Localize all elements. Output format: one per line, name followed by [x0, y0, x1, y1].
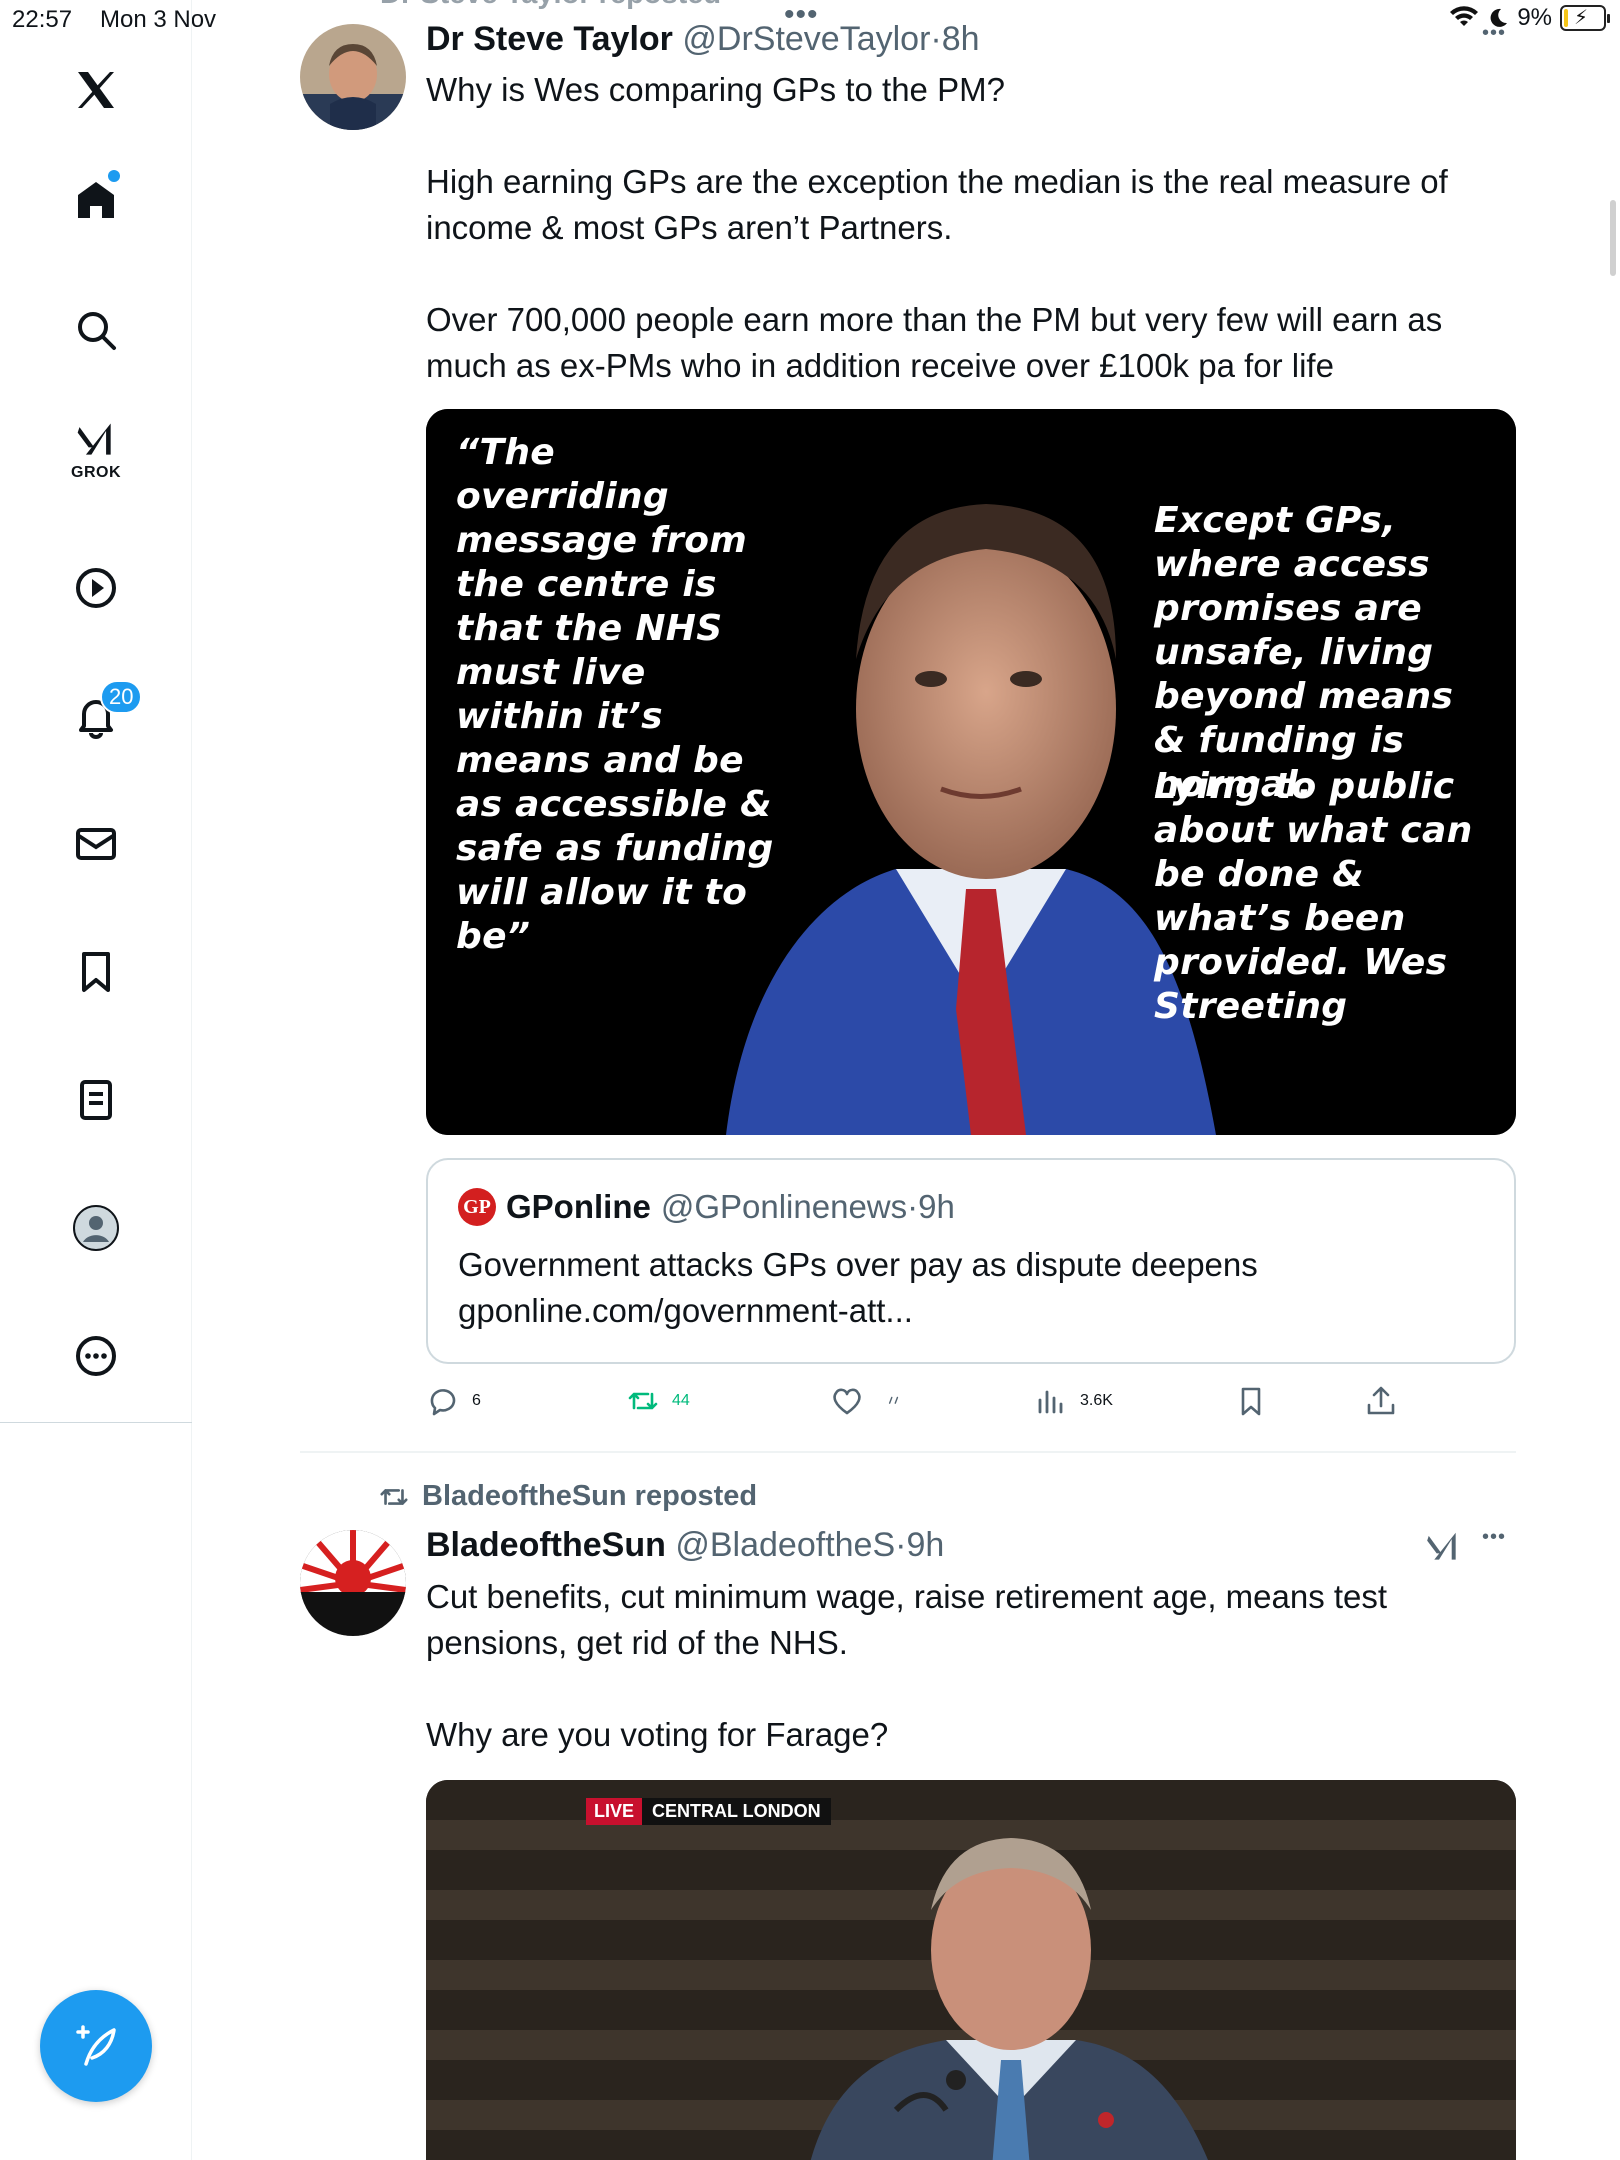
author-handle[interactable]: @BladeoftheS: [675, 1526, 895, 1564]
repost-icon: [380, 1488, 408, 1505]
grok-label: GROK: [71, 464, 121, 481]
sidebar-item-lists[interactable]: [56, 1060, 136, 1140]
separator: ·: [895, 1526, 907, 1564]
sidebar-item-search[interactable]: [56, 290, 136, 370]
author-name[interactable]: BladeoftheSun: [426, 1526, 666, 1564]
reply-button[interactable]: 6: [426, 1384, 481, 1418]
quote-author-name[interactable]: GPonline: [506, 1188, 651, 1226]
separator: ·: [930, 20, 942, 58]
wifi-icon: [1450, 6, 1479, 26]
bookmark-icon: [1241, 1387, 1261, 1416]
sidebar-item-bookmarks[interactable]: [56, 932, 136, 1012]
location-label: CENTRAL LONDON: [642, 1798, 831, 1825]
unread-dot: [108, 170, 120, 182]
quote-link[interactable]: gponline.com/government-att...: [458, 1288, 1258, 1334]
sidebar-item-notifications[interactable]: 20: [56, 676, 143, 756]
reply-icon: [430, 1389, 456, 1416]
share-icon: [1367, 1386, 1395, 1415]
tweet-paragraph: Why are you voting for Farage?: [426, 1716, 889, 1753]
video-frame-illustration: [426, 1780, 1516, 2160]
bookmark-icon: [82, 952, 110, 992]
image-caption-right-2: Lying to public about what can be done &…: [1154, 766, 1473, 1027]
profile-avatar-icon: [73, 1205, 119, 1251]
home-icon: [78, 182, 114, 218]
gponline-logo: GP: [458, 1188, 496, 1226]
battery-percent: 9%: [1517, 4, 1552, 31]
grok-icon: [77, 423, 111, 455]
tweet-paragraph: High earning GPs are the exception the m…: [426, 163, 1448, 246]
tweet-header: BladeoftheSun @BladeoftheS·9h: [426, 1526, 944, 1565]
quote-header: GP GPonline @GPonlinenews·9h: [458, 1188, 955, 1226]
live-label: LIVE: [586, 1798, 643, 1825]
heart-icon: [833, 1388, 861, 1415]
repost-label: Dr Steve Taylor reposted: [380, 0, 721, 11]
sidebar-divider: [0, 1422, 192, 1423]
author-name[interactable]: Dr Steve Taylor: [426, 20, 673, 58]
grok-tweet-icon[interactable]: [1424, 1528, 1462, 1571]
sidebar-item-more[interactable]: [56, 1316, 136, 1396]
sidebar-item-profile[interactable]: [56, 1188, 136, 1268]
status-indicators: 9% ⚡: [1449, 4, 1610, 32]
repost-label[interactable]: BladeoftheSun reposted: [422, 1480, 757, 1513]
view-count: 3.6K: [1080, 1392, 1113, 1409]
repost-icon: [628, 1392, 658, 1410]
tweet-paragraph: Why is Wes comparing GPs to the PM?: [426, 71, 1005, 108]
author-handle[interactable]: @DrSteveTaylor: [682, 20, 930, 58]
tweet-time[interactable]: 8h: [942, 20, 980, 58]
tweet-more-icon[interactable]: •••: [1482, 22, 1506, 45]
quote-author-handle: @GPonlinenews·9h: [660, 1188, 955, 1225]
sidebar-item-videos[interactable]: [56, 548, 136, 628]
image-caption-left: “The overriding message from the centre …: [456, 432, 774, 957]
avatar[interactable]: [300, 24, 406, 130]
share-button[interactable]: [1364, 1384, 1398, 1418]
tweet-header: Dr Steve Taylor @DrSteveTaylor·8h: [426, 20, 980, 59]
tweet-time[interactable]: 9h: [906, 1526, 944, 1564]
tweet-paragraph: Over 700,000 people earn more than the P…: [426, 301, 1443, 384]
x-logo-icon[interactable]: [56, 50, 136, 130]
like-animation-icon: [888, 1396, 899, 1404]
tweet-image[interactable]: “The overriding message from the centre …: [426, 409, 1516, 1135]
tweet-video[interactable]: LIVE CENTRAL LONDON: [426, 1780, 1516, 2160]
more-circle-icon: [76, 1336, 116, 1376]
tweet-divider: [300, 1451, 1516, 1453]
avatar[interactable]: [300, 1530, 406, 1636]
bookmark-button[interactable]: [1234, 1384, 1268, 1418]
reply-count: 6: [472, 1392, 481, 1409]
repost-button[interactable]: 44: [626, 1384, 690, 1418]
scrollbar[interactable]: [1610, 200, 1616, 276]
mail-icon: [76, 828, 116, 860]
sidebar-nav: GROK 20: [0, 0, 192, 2160]
search-icon: [78, 312, 116, 350]
compose-button[interactable]: [40, 1990, 152, 2102]
sidebar-item-messages[interactable]: [56, 804, 136, 884]
tweet-text: Why is Wes comparing GPs to the PM? High…: [426, 67, 1526, 389]
notifications-badge: 20: [100, 680, 143, 714]
list-icon: [80, 1080, 112, 1120]
views-icon: [1038, 1390, 1063, 1414]
image-caption-right: Except GPs, where access promises are un…: [1154, 500, 1454, 805]
quote-text: Government attacks GPs over pay as dispu…: [458, 1242, 1258, 1334]
battery-icon: ⚡: [1560, 5, 1610, 31]
repost-indicator: Dr Steve Taylor reposted: [380, 0, 721, 11]
quoted-tweet-card[interactable]: GP GPonline @GPonlinenews·9h Government …: [426, 1158, 1516, 1364]
sidebar-item-grok[interactable]: GROK: [56, 410, 136, 490]
repost-count: 44: [672, 1392, 690, 1409]
live-badge: LIVE CENTRAL LONDON: [586, 1798, 831, 1825]
sidebar-item-home[interactable]: [56, 160, 136, 240]
tweet-paragraph: Cut benefits, cut minimum wage, raise re…: [426, 1578, 1388, 1661]
repost-indicator: BladeoftheSun reposted: [378, 1480, 757, 1513]
tweet-text: Cut benefits, cut minimum wage, raise re…: [426, 1574, 1526, 1758]
like-button[interactable]: [830, 1384, 908, 1418]
quote-headline: Government attacks GPs over pay as dispu…: [458, 1246, 1258, 1283]
play-icon: [76, 568, 116, 608]
compose-feather-icon: [76, 2025, 116, 2066]
views-button[interactable]: 3.6K: [1034, 1384, 1113, 1418]
tweet-more-icon[interactable]: •••: [1482, 1526, 1506, 1549]
